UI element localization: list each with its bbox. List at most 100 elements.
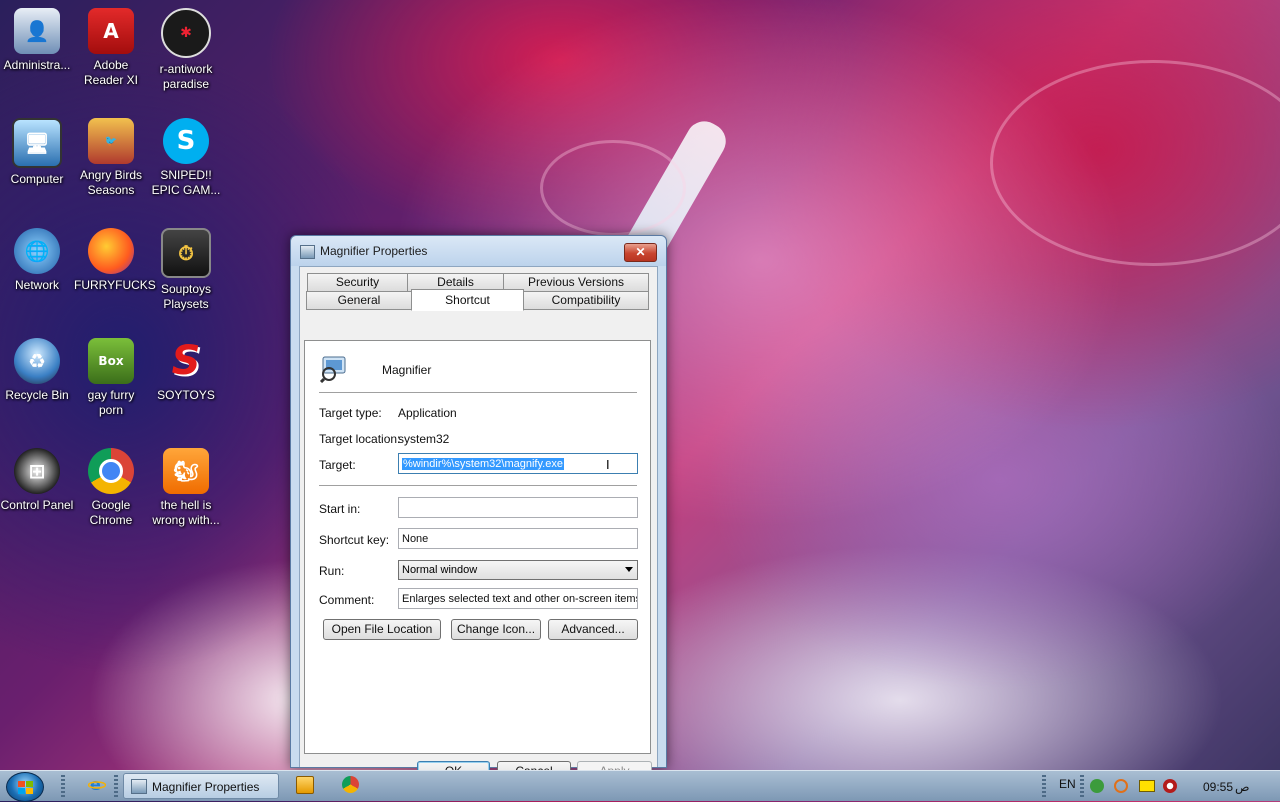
- target-selected-text: %windir%\system32\magnify.exe: [402, 458, 564, 470]
- change-icon-button[interactable]: Change Icon...: [451, 619, 541, 640]
- chrome-icon: [88, 448, 134, 494]
- run-select[interactable]: Normal window: [398, 560, 638, 580]
- desktop-icon-label: Administra...: [3, 58, 71, 72]
- internet-explorer-icon[interactable]: e: [87, 775, 107, 794]
- desktop-icon-label: the hell is wrong with...: [152, 498, 220, 527]
- desktop-icon-furryfucks[interactable]: FURRYFUCKS: [74, 228, 156, 293]
- wallpaper-swirl: [990, 60, 1280, 266]
- desktop-icon-souptoys[interactable]: ⏱ Souptoys Playsets: [149, 228, 223, 312]
- network-icon: 🌐: [14, 228, 60, 274]
- tab-shortcut[interactable]: Shortcut: [411, 289, 524, 311]
- desktop-icon-soytoys[interactable]: S SOYTOYS: [149, 338, 223, 403]
- desktop-icon-computer[interactable]: 🖥 Computer: [0, 118, 74, 187]
- desktop-icon-label: FURRYFUCKS: [74, 278, 156, 292]
- tab-compatibility[interactable]: Compatibility: [523, 291, 649, 310]
- souptoys-icon: ⏱: [161, 228, 211, 278]
- control-panel-icon: ⊞: [14, 448, 60, 494]
- separator: [319, 392, 637, 393]
- start-in-field[interactable]: [398, 497, 638, 518]
- desktop-icon-recycle-bin[interactable]: ♻ Recycle Bin: [0, 338, 74, 403]
- desktop-icon-angry-birds[interactable]: 🐦 Angry Birds Seasons: [74, 118, 148, 198]
- target-type-value: Application: [398, 406, 457, 420]
- desktop-icon-label: Adobe Reader XI: [83, 58, 139, 87]
- taskbar-grip[interactable]: [61, 775, 65, 797]
- properties-dialog: Magnifier Properties ✕ Security Details …: [290, 235, 667, 782]
- target-location-label: Target location:: [319, 432, 401, 446]
- shortcut-key-label: Shortcut key:: [319, 533, 390, 547]
- computer-icon: 🖥: [12, 118, 62, 168]
- security-tray-icon[interactable]: [1163, 779, 1177, 793]
- run-label: Run:: [319, 564, 345, 578]
- admin-user-icon: 👤: [14, 8, 60, 54]
- media-player-icon[interactable]: [296, 776, 314, 794]
- open-file-location-button[interactable]: Open File Location: [323, 619, 441, 640]
- firefox-icon: [88, 228, 134, 274]
- clock-time[interactable]: 09:55: [1203, 780, 1233, 794]
- desktop-icon-label: gay furry porn: [87, 388, 135, 417]
- desktop-icon-network[interactable]: 🌐 Network: [0, 228, 74, 293]
- notification-tray-icon[interactable]: [1139, 780, 1155, 792]
- reddit-icon: ✱: [161, 8, 211, 58]
- text-cursor-icon: I: [606, 457, 610, 472]
- network-tray-icon[interactable]: [1090, 779, 1104, 793]
- desktop-icon-label: Network: [14, 278, 59, 292]
- magnifier-app-icon: [131, 779, 147, 794]
- dialog-title: Magnifier Properties: [320, 244, 428, 258]
- desktop-icon-uc-browser[interactable]: 🐿 the hell is wrong with...: [149, 448, 223, 528]
- start-button[interactable]: [6, 772, 44, 802]
- desktop-icon-label: SOYTOYS: [157, 388, 215, 402]
- desktop-icon-adobe-reader[interactable]: A Adobe Reader XI: [74, 8, 148, 88]
- language-indicator[interactable]: EN: [1059, 777, 1076, 791]
- search-tray-icon[interactable]: [1114, 779, 1128, 793]
- uc-browser-icon: 🐿: [163, 448, 209, 494]
- dialog-titlebar[interactable]: Magnifier Properties ✕: [291, 236, 666, 266]
- separator: [319, 485, 637, 486]
- chrome-icon[interactable]: [342, 776, 359, 793]
- shortcut-panel: Magnifier Target type: Application Targe…: [304, 340, 651, 754]
- taskbar: e Magnifier Properties EN 09:55 ص: [0, 770, 1280, 802]
- advanced-button[interactable]: Advanced...: [548, 619, 638, 640]
- skype-icon: S: [163, 118, 209, 164]
- close-button[interactable]: ✕: [624, 243, 657, 262]
- taskbar-item-magnifier-properties[interactable]: Magnifier Properties: [123, 773, 279, 799]
- angry-birds-icon: 🐦: [88, 118, 134, 164]
- desktop-icon-label: Souptoys Playsets: [160, 282, 212, 311]
- desktop-icon-control-panel[interactable]: ⊞ Control Panel: [0, 448, 74, 513]
- tab-general[interactable]: General: [306, 291, 412, 310]
- windows-logo-icon: [18, 781, 33, 794]
- taskbar-grip[interactable]: [1042, 775, 1046, 797]
- svg-text:e: e: [90, 776, 101, 792]
- desktop-icon-label: Control Panel: [0, 498, 74, 512]
- desktop-icon-google-chrome[interactable]: Google Chrome: [74, 448, 148, 528]
- desktop-icon-administrator[interactable]: 👤 Administra...: [0, 8, 74, 73]
- desktop-icon-label: Computer: [10, 172, 64, 186]
- target-type-label: Target type:: [319, 406, 382, 420]
- desktop-icon-label: Recycle Bin: [5, 388, 69, 402]
- desktop-icon-label: r-antiwork paradise: [159, 62, 213, 91]
- box-bear-icon: Box: [88, 338, 134, 384]
- tab-security[interactable]: Security: [307, 273, 408, 292]
- tab-previous-versions[interactable]: Previous Versions: [503, 273, 649, 292]
- taskbar-grip[interactable]: [114, 775, 118, 797]
- magnifier-app-icon: [300, 245, 315, 259]
- clock-ampm[interactable]: ص: [1235, 780, 1250, 794]
- comment-label: Comment:: [319, 593, 375, 607]
- shortcut-key-field[interactable]: None: [398, 528, 638, 549]
- desktop-icon-label: Google Chrome: [89, 498, 133, 527]
- start-in-label: Start in:: [319, 502, 361, 516]
- desktop-icon-sniped[interactable]: S SNIPED!! EPIC GAM...: [149, 118, 223, 198]
- chevron-down-icon: [625, 567, 633, 572]
- desktop-icon-r-antiwork[interactable]: ✱ r-antiwork paradise: [149, 8, 223, 92]
- target-location-value: system32: [398, 432, 450, 446]
- target-field[interactable]: %windir%\system32\magnify.exe I: [398, 453, 638, 474]
- dialog-client-area: Security Details Previous Versions Gener…: [299, 266, 658, 782]
- magnifier-icon: [319, 355, 349, 384]
- wallpaper-swirl: [540, 140, 686, 236]
- taskbar-item-label: Magnifier Properties: [152, 780, 260, 794]
- taskbar-grip[interactable]: [1080, 775, 1084, 797]
- comment-field[interactable]: Enlarges selected text and other on-scre…: [398, 588, 638, 609]
- desktop-icon-label: Angry Birds Seasons: [79, 168, 143, 197]
- desktop-icon-box[interactable]: Box gay furry porn: [74, 338, 148, 418]
- adobe-reader-icon: A: [88, 8, 134, 54]
- target-label: Target:: [319, 458, 356, 472]
